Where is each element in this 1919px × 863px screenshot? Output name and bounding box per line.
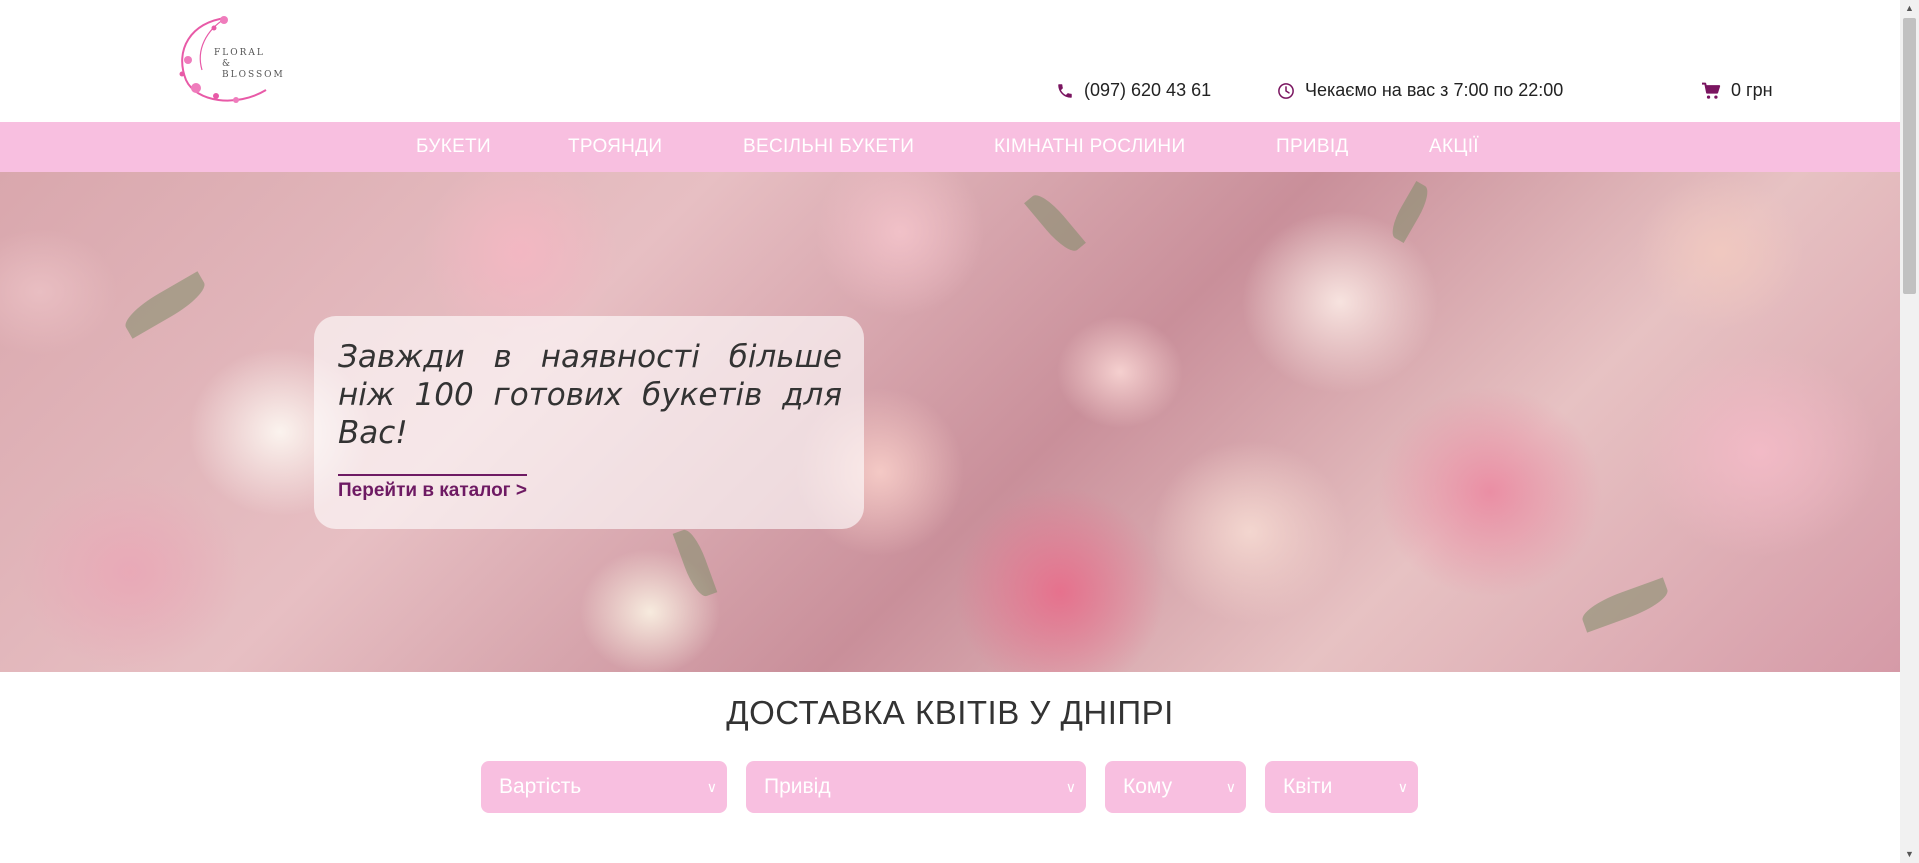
clock-icon bbox=[1278, 82, 1294, 99]
phone-icon bbox=[1058, 83, 1072, 98]
scrollbar-thumb[interactable] bbox=[1903, 18, 1916, 294]
logo-text-line: & BLOSSOM bbox=[222, 59, 285, 80]
leaf-decoration bbox=[1578, 577, 1672, 633]
nav-item-occasion[interactable]: ПРИВІД bbox=[1276, 122, 1349, 172]
chevron-down-icon: ∨ bbox=[1065, 779, 1076, 795]
main-nav: БУКЕТИ ТРОЯНДИ ВЕСІЛЬНІ БУКЕТИ КІМНАТНІ … bbox=[0, 122, 1900, 172]
logo[interactable]: FLORAL & BLOSSOM bbox=[166, 10, 296, 110]
cart-total: 0 грн bbox=[1731, 80, 1773, 100]
site-header: FLORAL & BLOSSOM (097) 620 43 61 Чекаємо… bbox=[0, 0, 1900, 122]
nav-item-roses[interactable]: ТРОЯНДИ bbox=[568, 122, 662, 172]
page: FLORAL & BLOSSOM (097) 620 43 61 Чекаємо… bbox=[0, 0, 1900, 863]
hero-caption: Завжди в наявності більше ніж 100 готови… bbox=[338, 339, 842, 451]
scrollbar[interactable]: ▲ ▼ bbox=[1900, 0, 1919, 863]
filter-label: Вартість bbox=[499, 775, 582, 798]
filter-price-select[interactable]: Вартість ∨ bbox=[481, 761, 727, 813]
nav-item-wedding-bouquets[interactable]: ВЕСІЛЬНІ БУКЕТИ bbox=[743, 122, 914, 172]
filter-occasion-select[interactable]: Привід ∨ bbox=[746, 761, 1086, 813]
filter-flowers-select[interactable]: Квіти ∨ bbox=[1265, 761, 1418, 813]
cart-icon bbox=[1702, 82, 1721, 99]
scroll-up-icon[interactable]: ▲ bbox=[1900, 0, 1919, 17]
filter-label: Кому bbox=[1123, 775, 1173, 798]
chevron-down-icon: ∨ bbox=[1397, 779, 1408, 795]
nav-item-promotions[interactable]: АКЦІЇ bbox=[1429, 122, 1479, 172]
hours-text: Чекаємо на вас з 7:00 по 22:00 bbox=[1305, 80, 1564, 100]
leaf-decoration bbox=[672, 526, 718, 600]
filter-recipient-select[interactable]: Кому ∨ bbox=[1105, 761, 1246, 813]
chevron-down-icon: ∨ bbox=[1225, 779, 1236, 795]
scroll-down-icon[interactable]: ▼ bbox=[1900, 846, 1919, 863]
opening-hours: Чекаємо на вас з 7:00 по 22:00 bbox=[1277, 80, 1563, 101]
logo-text: FLORAL & BLOSSOM bbox=[214, 48, 296, 81]
phone-number: (097) 620 43 61 bbox=[1084, 80, 1212, 100]
filter-label: Привід bbox=[764, 775, 831, 798]
hero-banner: Завжди в наявності більше ніж 100 готови… bbox=[0, 172, 1900, 672]
nav-item-bouquets[interactable]: БУКЕТИ bbox=[416, 122, 491, 172]
filter-label: Квіти bbox=[1283, 775, 1333, 798]
chevron-down-icon: ∨ bbox=[706, 779, 717, 795]
section-title: ДОСТАВКА КВІТІВ У ДНІПРІ bbox=[726, 694, 1174, 731]
leaf-decoration bbox=[1386, 181, 1434, 243]
nav-item-house-plants[interactable]: КІМНАТНІ РОСЛИНИ bbox=[994, 122, 1185, 172]
phone-contact[interactable]: (097) 620 43 61 bbox=[1056, 80, 1211, 101]
logo-text-line: FLORAL bbox=[214, 48, 265, 58]
catalog-link[interactable]: Перейти в каталог > bbox=[338, 474, 527, 502]
leaf-decoration bbox=[1024, 189, 1086, 257]
hero-caption-box: Завжди в наявності більше ніж 100 готови… bbox=[314, 316, 864, 529]
cart-button[interactable]: 0 грн bbox=[1701, 80, 1773, 101]
leaf-decoration bbox=[119, 271, 211, 339]
